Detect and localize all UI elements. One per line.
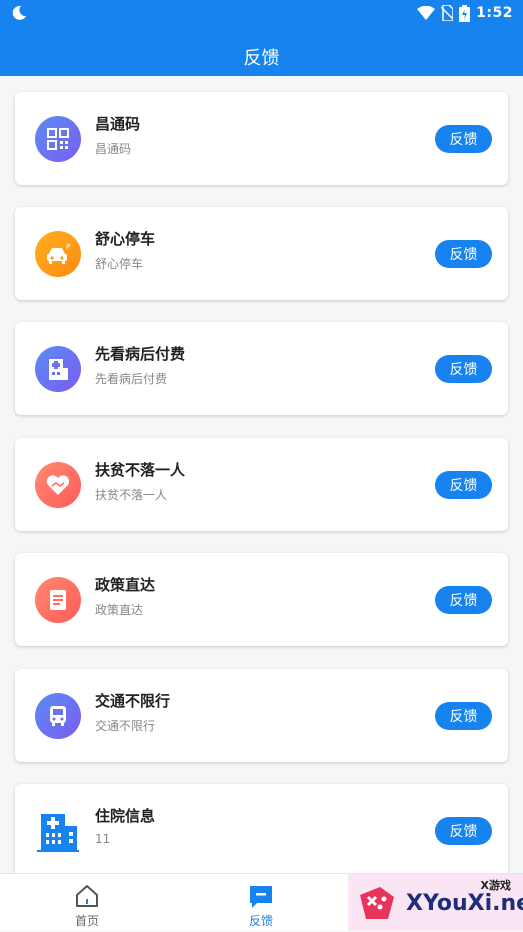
list-item: 昌通码 昌通码 反馈	[15, 92, 508, 185]
item-title: 住院信息	[95, 807, 156, 825]
tab-home[interactable]: 首页	[47, 874, 127, 932]
status-bar: 1:52	[0, 0, 523, 26]
tab-label: 反馈	[248, 914, 273, 928]
no-sim-icon	[441, 5, 454, 21]
qr-code-icon	[35, 116, 81, 162]
feedback-button[interactable]: 反馈	[435, 125, 492, 153]
feedback-icon	[250, 886, 272, 908]
svg-text:P: P	[66, 243, 70, 251]
hospital-icon	[35, 346, 81, 392]
feedback-button[interactable]: 反馈	[435, 471, 492, 499]
status-indicators: 1:52	[417, 4, 513, 22]
watermark-site-text: XYouXi.net	[406, 891, 523, 916]
item-subtitle: 11	[95, 832, 111, 846]
battery-charging-icon	[459, 4, 471, 22]
item-title: 交通不限行	[95, 692, 171, 710]
tab-feedback[interactable]: 反馈	[221, 874, 301, 932]
page-title: 反馈	[243, 48, 280, 69]
bus-icon	[35, 693, 81, 739]
home-icon	[76, 885, 98, 907]
feedback-button[interactable]: 反馈	[435, 702, 492, 730]
parking-car-icon: P	[35, 231, 81, 277]
item-subtitle: 交通不限行	[95, 719, 156, 733]
item-title: 先看病后付费	[95, 345, 186, 363]
feedback-button[interactable]: 反馈	[435, 817, 492, 845]
item-title: 昌通码	[95, 115, 141, 133]
moon-icon	[12, 5, 26, 20]
item-subtitle: 昌通码	[95, 142, 132, 156]
item-subtitle: 扶贫不落一人	[95, 488, 168, 502]
item-title: 舒心停车	[95, 230, 156, 248]
item-title: 政策直达	[95, 576, 156, 594]
wifi-icon	[417, 6, 436, 20]
app-header: 1:52 反馈	[0, 0, 523, 76]
list-item: 扶贫不落一人 扶贫不落一人 反馈	[15, 438, 508, 531]
item-subtitle: 舒心停车	[95, 257, 144, 271]
feedback-button[interactable]: 反馈	[435, 355, 492, 383]
feedback-button[interactable]: 反馈	[435, 586, 492, 614]
list-item: 住院信息 11 反馈	[15, 784, 508, 877]
list-item: P 舒心停车 舒心停车 反馈	[15, 207, 508, 300]
list-item: 交通不限行 交通不限行 反馈	[15, 669, 508, 762]
item-subtitle: 政策直达	[95, 603, 144, 617]
watermark: X游戏 XYouXi.net	[348, 873, 523, 931]
status-time: 1:52	[476, 5, 513, 21]
list-item: 政策直达 政策直达 反馈	[15, 553, 508, 646]
list-item: 先看病后付费 先看病后付费 反馈	[15, 322, 508, 415]
document-icon	[35, 577, 81, 623]
gamepad-logo-icon	[360, 887, 394, 919]
tab-label: 首页	[74, 914, 99, 928]
hospital-building-icon	[35, 808, 81, 854]
heart-handshake-icon	[35, 462, 81, 508]
item-title: 扶贫不落一人	[95, 461, 186, 479]
item-subtitle: 先看病后付费	[95, 372, 168, 386]
feedback-button[interactable]: 反馈	[435, 240, 492, 268]
